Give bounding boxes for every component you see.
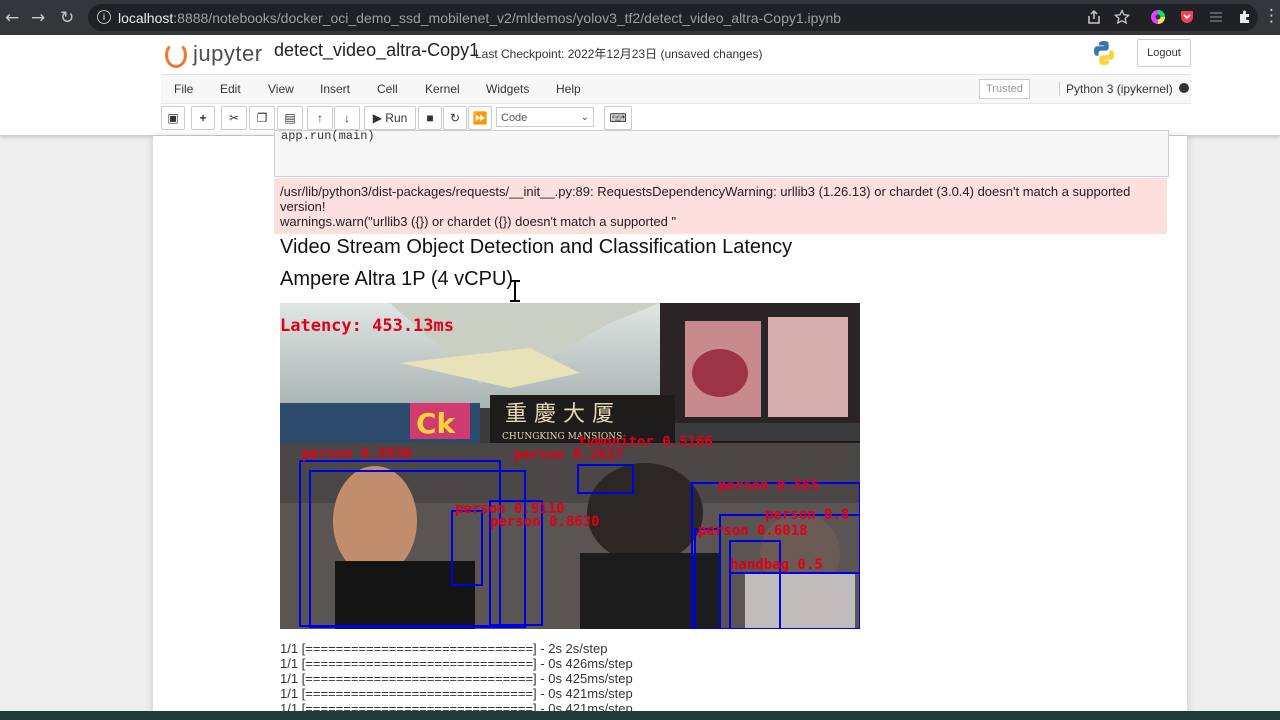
detection-label: person 0.8 — [765, 507, 849, 523]
restart-button[interactable]: ↻ — [443, 106, 467, 130]
cut-button[interactable]: ✂ — [221, 106, 247, 130]
browser-toolbar: ← → ↻ i localhost:8888/notebooks/docker_… — [0, 0, 1280, 35]
chevron-down-icon: ⌄ — [580, 112, 589, 123]
tab-search-icon[interactable] — [1208, 9, 1224, 25]
paste-icon: ▤ — [284, 111, 296, 125]
checkpoint-status: Last Checkpoint: 2022年12月23日 (unsaved ch… — [475, 47, 763, 61]
reload-icon[interactable]: ↻ — [60, 8, 74, 28]
notebook-container: app.run(main) /usr/lib/python3/dist-pack… — [153, 129, 1187, 720]
menu-bar: File Edit View Insert Cell Kernel Widget… — [161, 74, 1191, 104]
bookmark-star-icon[interactable] — [1114, 9, 1130, 25]
menu-widgets[interactable]: Widgets — [486, 82, 529, 96]
kernel-busy-indicator-icon — [1179, 83, 1189, 93]
color-extension-icon[interactable] — [1150, 9, 1166, 25]
move-up-button[interactable]: ↑ — [307, 106, 333, 130]
add-cell-button[interactable]: + — [191, 106, 215, 130]
progress-line: 1/1 [==============================] - 0… — [280, 656, 633, 671]
cut-icon: ✂ — [228, 111, 240, 125]
progress-line: 1/1 [==============================] - 0… — [280, 686, 633, 701]
menu-cell[interactable]: Cell — [377, 82, 398, 96]
restart-icon: ↻ — [449, 111, 461, 125]
arrow-up-icon: ↑ — [317, 111, 323, 125]
address-bar[interactable]: i localhost:8888/notebooks/docker_oci_de… — [88, 4, 1258, 31]
svg-text:重 慶 大 厦: 重 慶 大 厦 — [505, 402, 614, 427]
stop-icon: ■ — [426, 111, 434, 125]
arrow-down-icon: ↓ — [344, 111, 350, 125]
output-title: Video Stream Object Detection and Classi… — [280, 236, 793, 258]
back-icon[interactable]: ← — [5, 8, 19, 28]
move-down-button[interactable]: ↓ — [334, 106, 360, 130]
copy-icon: ❐ — [256, 111, 268, 125]
detection-label: person 0.2617 — [514, 447, 624, 463]
kernel-name[interactable]: Python 3 (ipykernel) — [1059, 82, 1173, 96]
plus-icon: + — [199, 111, 207, 125]
video-frame: 重 慶 大 厦 CHUNGKING MANSIONS Ck Latency: 4… — [280, 303, 860, 629]
detection-label: person 0.8630 — [490, 514, 600, 530]
jupyter-mark-icon — [165, 42, 187, 69]
progress-line: 1/1 [==============================] - 2… — [280, 641, 608, 656]
svg-text:Ck: Ck — [416, 407, 457, 440]
menu-kebab-icon[interactable]: ⋮ — [1263, 6, 1280, 26]
menu-insert[interactable]: Insert — [320, 82, 350, 96]
extensions-puzzle-icon[interactable] — [1237, 9, 1253, 25]
interrupt-button[interactable]: ■ — [418, 106, 442, 130]
fast-forward-icon: ⏩ — [472, 111, 488, 125]
detection-label: person 0.9930 — [302, 446, 412, 462]
site-info-icon[interactable]: i — [97, 10, 111, 24]
stderr-output: /usr/lib/python3/dist-packages/requests/… — [274, 178, 1167, 234]
run-button[interactable]: ▶ Run — [364, 106, 416, 130]
detection-label: person 0.565 — [718, 478, 819, 494]
progress-line: 1/1 [==============================] - 0… — [280, 671, 633, 686]
save-icon: ▣ — [167, 111, 179, 125]
restart-run-all-button[interactable]: ⏩ — [468, 106, 492, 130]
save-button[interactable]: ▣ — [161, 106, 185, 130]
menu-view[interactable]: View — [268, 82, 294, 96]
code-cell-input[interactable]: app.run(main) — [274, 129, 1169, 177]
url-text: localhost:8888/notebooks/docker_oci_demo… — [118, 10, 842, 26]
notebook-title[interactable]: detect_video_altra-Copy1 — [274, 40, 479, 61]
paste-button[interactable]: ▤ — [277, 106, 303, 130]
output-subtitle: Ampere Altra 1P (4 vCPU) — [280, 268, 514, 290]
forward-icon[interactable]: → — [31, 8, 45, 28]
menu-help[interactable]: Help — [556, 82, 581, 96]
python-logo-icon — [1094, 41, 1114, 65]
jupyter-header: jupyter detect_video_altra-Copy1 Last Ch… — [0, 35, 1280, 136]
keyboard-icon: ⌨ — [609, 111, 627, 125]
menu-file[interactable]: File — [174, 82, 193, 96]
play-icon: ▶ — [372, 111, 382, 125]
jupyter-logo[interactable]: jupyter — [165, 41, 263, 69]
cell-type-select[interactable]: Code ⌄ — [496, 107, 594, 127]
text-cursor-icon — [510, 280, 520, 302]
pocket-icon[interactable] — [1179, 9, 1195, 25]
logout-button[interactable]: Logout — [1137, 39, 1191, 67]
latency-label: Latency: 453.13ms — [280, 316, 454, 336]
menu-edit[interactable]: Edit — [220, 82, 241, 96]
os-taskbar — [0, 711, 1280, 720]
detection-label: person 0.6018 — [698, 523, 808, 539]
detection-label: handbag 0.5 — [730, 557, 823, 573]
menu-kernel[interactable]: Kernel — [425, 82, 460, 96]
trusted-badge[interactable]: Trusted — [979, 79, 1030, 99]
share-icon[interactable] — [1086, 9, 1102, 25]
command-palette-button[interactable]: ⌨ — [604, 106, 632, 130]
copy-button[interactable]: ❐ — [249, 106, 275, 130]
